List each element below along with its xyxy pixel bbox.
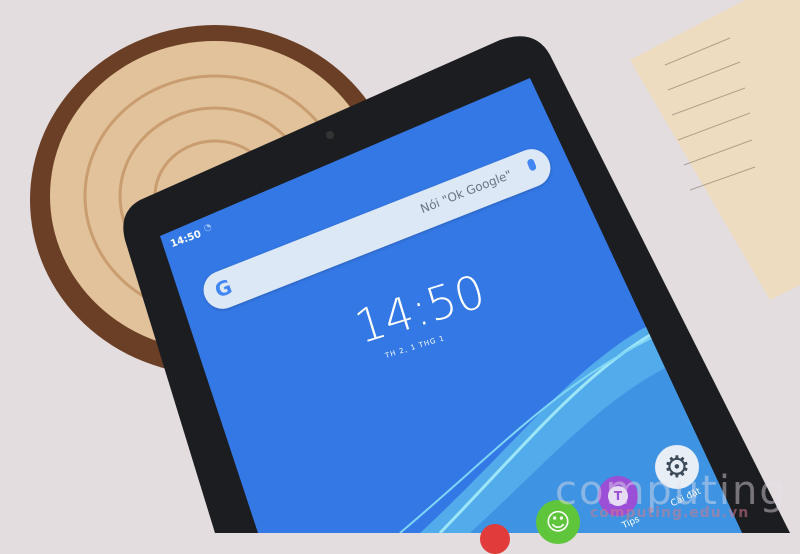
watermark-url: computing.edu.vn xyxy=(590,505,750,521)
mic-icon[interactable] xyxy=(526,157,538,172)
google-logo: G xyxy=(211,274,236,303)
paper-note xyxy=(630,0,800,300)
front-camera xyxy=(326,131,334,139)
red-app[interactable] xyxy=(480,524,510,554)
